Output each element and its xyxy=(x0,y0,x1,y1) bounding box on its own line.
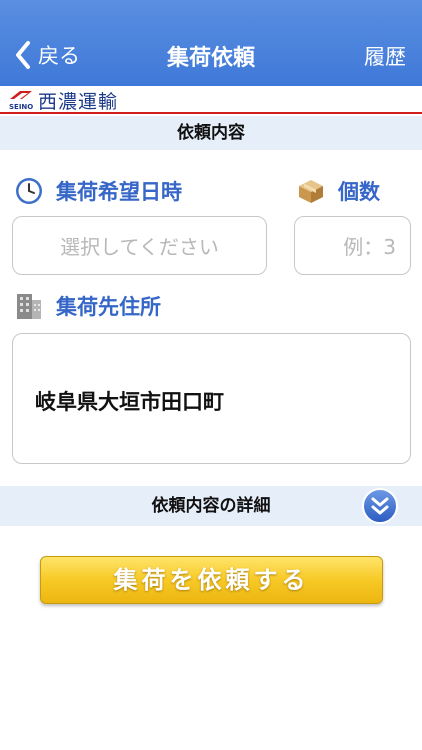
quantity-placeholder: 例：3 xyxy=(343,235,396,259)
pickup-datetime-placeholder: 選択してください xyxy=(60,235,219,259)
page-title: 集荷依頼 xyxy=(166,46,255,71)
pickup-datetime-label-text: 集荷希望日時 xyxy=(56,180,182,204)
building-icon xyxy=(17,294,41,319)
pickup-address-value: 岐阜県大垣市田口町 xyxy=(35,390,224,414)
brand-header: SEINO 西濃運輸 xyxy=(0,86,422,114)
navigation-bar: 戻る 集荷依頼 履歴 xyxy=(0,0,422,86)
pickup-datetime-field[interactable]: 選択してください xyxy=(12,216,267,275)
history-button[interactable]: 履歴 xyxy=(364,41,406,71)
pickup-address-label: 集荷先住所 xyxy=(14,291,161,321)
seino-logo: SEINO xyxy=(9,91,33,111)
quantity-field[interactable]: 例：3 xyxy=(294,216,411,275)
pickup-datetime-label: 集荷希望日時 xyxy=(14,176,182,206)
section-header-details[interactable]: 依頼内容の詳細 xyxy=(0,486,422,526)
chevron-double-down-icon[interactable] xyxy=(361,487,399,525)
brand-name: 西濃運輸 xyxy=(38,91,119,113)
logo-text: SEINO xyxy=(9,103,33,111)
pickup-address-field[interactable]: 岐阜県大垣市田口町 xyxy=(12,333,411,464)
box-icon xyxy=(299,180,323,203)
section-header-request-details: 依頼内容 xyxy=(0,116,422,150)
request-pickup-button[interactable]: 集荷を依頼する xyxy=(40,556,383,604)
quantity-label-text: 個数 xyxy=(338,180,380,204)
clock-icon xyxy=(16,178,42,204)
pickup-address-label-text: 集荷先住所 xyxy=(56,295,161,319)
quantity-label: 個数 xyxy=(296,176,380,206)
